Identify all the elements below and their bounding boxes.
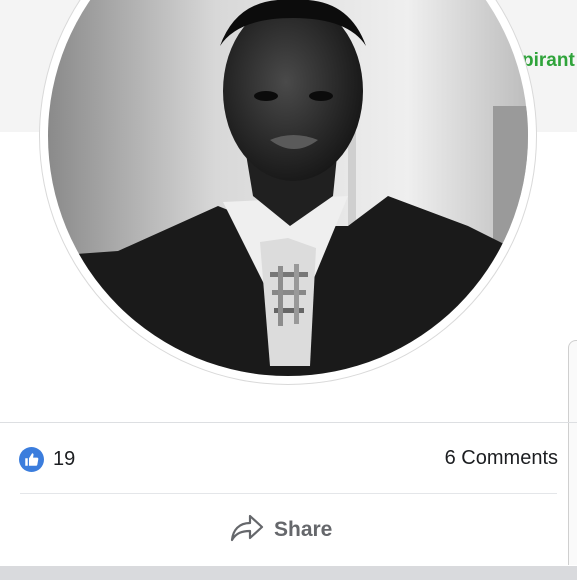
avatar-photo xyxy=(48,0,528,376)
share-arrow-icon xyxy=(230,513,264,548)
divider xyxy=(0,422,577,423)
bottom-separator xyxy=(0,566,577,580)
profile-avatar[interactable] xyxy=(48,0,528,376)
share-label: Share xyxy=(274,518,333,541)
divider xyxy=(20,493,557,494)
share-button[interactable]: Share xyxy=(230,512,350,548)
thumbs-up-icon xyxy=(19,446,44,472)
side-panel-edge xyxy=(568,340,577,565)
reaction-count: 19 xyxy=(53,447,76,470)
comments-count-link[interactable]: 6 Comments xyxy=(445,447,558,470)
cover-text: pirant xyxy=(522,50,575,71)
reaction-summary[interactable]: 19 xyxy=(19,446,75,472)
